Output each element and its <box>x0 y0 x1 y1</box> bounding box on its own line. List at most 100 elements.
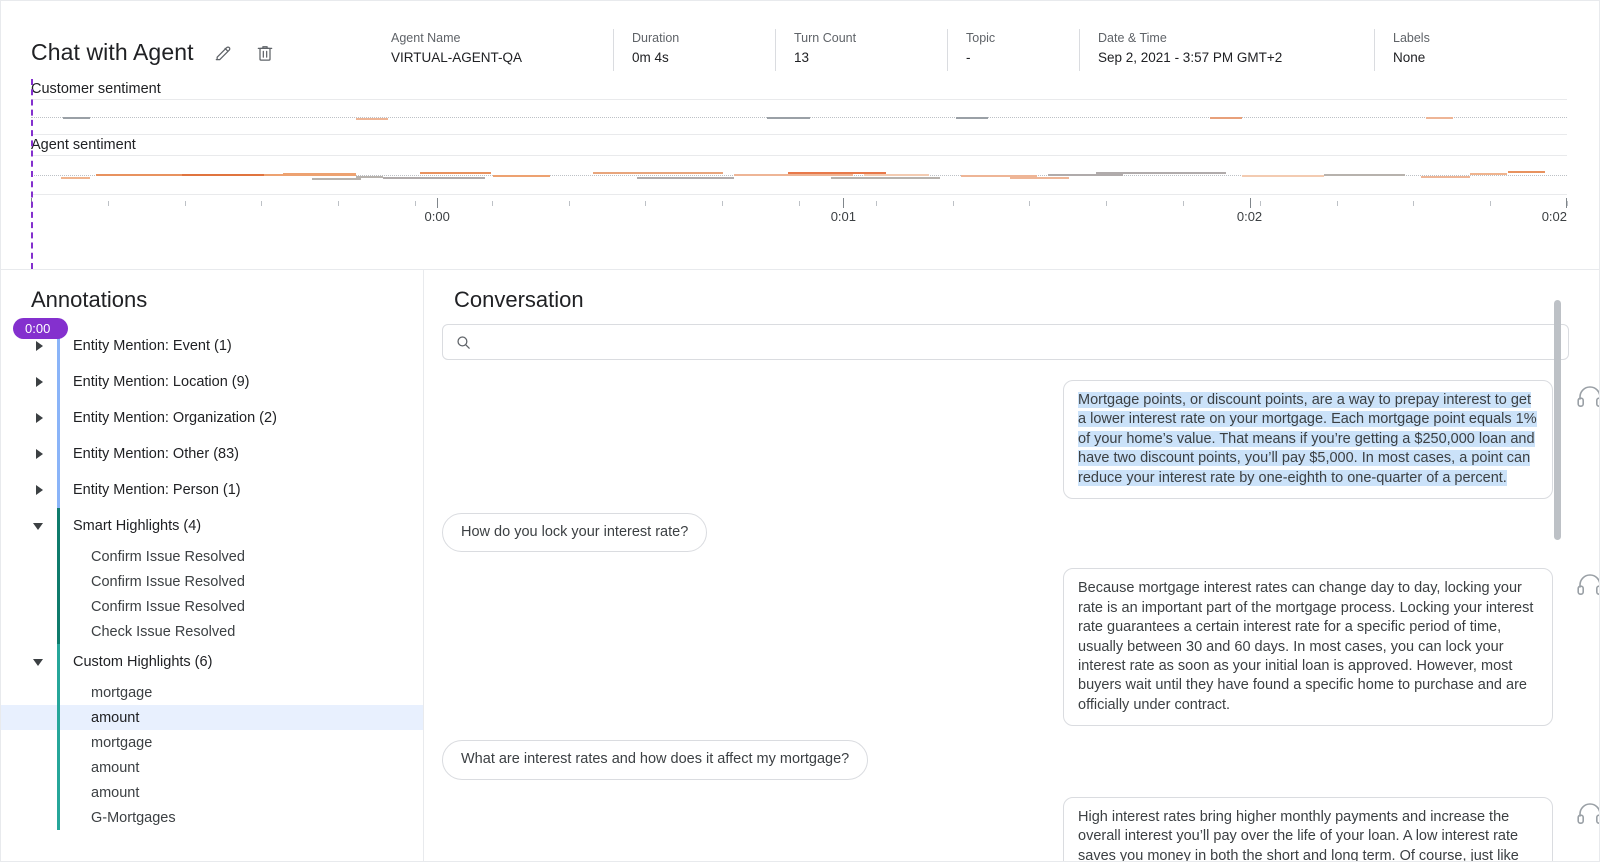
sentiment-segment <box>1128 172 1227 175</box>
annotation-item[interactable]: amount <box>1 705 423 730</box>
playhead-time-pill[interactable]: 0:00 <box>13 318 69 339</box>
annotation-item[interactable]: G-Mortgages <box>1 805 423 830</box>
annotation-group[interactable]: Entity Mention: Location (9) <box>1 364 423 400</box>
playhead-line <box>31 79 33 269</box>
meta-duration: Duration 0m 4s <box>613 29 775 71</box>
ruler-tick <box>107 201 109 206</box>
annotation-group[interactable]: Smart Highlights (4) <box>1 508 423 544</box>
sentiment-segment <box>831 176 940 179</box>
conversation-message: What are interest rates and how does it … <box>442 740 1599 780</box>
expand-toggle[interactable] <box>1 508 57 544</box>
ruler-tick <box>568 201 570 206</box>
annotation-item[interactable]: mortgage <box>1 730 423 755</box>
expand-toggle[interactable] <box>1 644 57 680</box>
indent-spacer <box>1 705 57 730</box>
annotation-group-label: Entity Mention: Person (1) <box>73 482 241 498</box>
search-input[interactable] <box>482 333 1556 351</box>
annotation-item[interactable]: Check Issue Resolved <box>1 619 423 644</box>
search-icon <box>457 335 470 349</box>
chevron-down-icon <box>33 522 43 530</box>
annotations-pane: Annotations Entity Mention: Event (1) Ent… <box>1 270 424 861</box>
annotation-item[interactable]: Confirm Issue Resolved <box>1 594 423 619</box>
meta-label: Date & Time <box>1098 31 1167 45</box>
sentiment-segment <box>492 174 551 177</box>
agent-message-bubble[interactable]: High interest rates bring higher monthly… <box>1063 796 1553 861</box>
ruler-tick <box>952 201 954 206</box>
annotation-item-label: Confirm Issue Resolved <box>91 573 245 590</box>
customer-sentiment-label: Customer sentiment <box>31 81 161 97</box>
conversation-message-list[interactable]: Mortgage points, or discount points, are… <box>424 380 1599 861</box>
ruler-tick-major <box>1566 198 1567 208</box>
indent-spacer <box>1 544 57 569</box>
chevron-right-icon <box>36 485 43 495</box>
annotation-item-label: amount <box>91 759 140 776</box>
sentiment-segment <box>182 173 264 176</box>
annotation-item[interactable]: Confirm Issue Resolved <box>1 544 423 569</box>
expand-toggle[interactable] <box>1 364 57 400</box>
indent-spacer <box>1 594 57 619</box>
indent-spacer <box>1 730 57 755</box>
annotation-group[interactable]: Entity Mention: Person (1) <box>1 472 423 508</box>
trash-icon[interactable] <box>252 40 278 66</box>
page-title: Chat with Agent <box>31 39 194 65</box>
ruler-tick <box>1413 201 1415 206</box>
agent-sentiment-lane[interactable] <box>31 155 1567 195</box>
indent-spacer <box>1 680 57 705</box>
conversation-insights-page: Chat with Agent Agent Name VIRTUAL-AGENT… <box>0 0 1600 862</box>
meta-label: Agent Name <box>391 31 461 45</box>
indent-spacer <box>1 755 57 780</box>
ruler-tick-label: 0:01 <box>830 209 856 224</box>
customer-message-bubble[interactable]: How do you lock your interest rate? <box>442 513 708 553</box>
annotation-group[interactable]: Entity Mention: Organization (2) <box>1 400 423 436</box>
indent-spacer <box>1 569 57 594</box>
pencil-icon[interactable] <box>210 40 236 66</box>
annotation-group[interactable]: Entity Mention: Other (83) <box>1 436 423 472</box>
annotation-item[interactable]: amount <box>1 780 423 805</box>
meta-value: None <box>1393 50 1426 65</box>
agent-message-bubble[interactable]: Mortgage points, or discount points, are… <box>1063 380 1553 500</box>
annotation-item[interactable]: amount <box>1 755 423 780</box>
sentiment-segment <box>283 172 356 175</box>
sentiment-segment <box>1210 117 1243 120</box>
annotation-item[interactable]: mortgage <box>1 680 423 705</box>
meta-labels: Labels None <box>1374 29 1554 71</box>
ruler-tick <box>1106 201 1108 206</box>
expand-toggle[interactable] <box>1 472 57 508</box>
annotations-title: Annotations <box>31 287 148 312</box>
ruler-tick <box>1567 201 1568 206</box>
ruler-tick-major <box>1249 198 1251 208</box>
customer-sentiment-lane[interactable] <box>31 99 1567 135</box>
sentiment-timeline[interactable]: Customer sentiment Agent sentiment 0:00 0… <box>1 79 1599 339</box>
customer-message-bubble[interactable]: What are interest rates and how does it … <box>442 740 869 780</box>
ruler-tick <box>722 201 724 206</box>
sentiment-segment <box>636 177 735 180</box>
conversation-scrollbar[interactable] <box>1554 300 1561 540</box>
expand-toggle[interactable] <box>1 400 57 436</box>
headset-icon[interactable] <box>1577 574 1599 601</box>
conversation-search[interactable] <box>442 324 1569 360</box>
sentiment-segment <box>355 117 388 120</box>
sentiment-segment <box>1420 176 1470 179</box>
chevron-right-icon <box>36 413 43 423</box>
meta-value: Sep 2, 2021 - 3:57 PM GMT+2 <box>1098 50 1283 65</box>
agent-message-bubble[interactable]: Because mortgage interest rates can chan… <box>1063 568 1553 727</box>
annotation-group[interactable]: Custom Highlights (6) <box>1 644 423 680</box>
chevron-right-icon <box>36 341 43 351</box>
ruler-tick <box>261 201 263 206</box>
meta-value: 13 <box>794 50 810 65</box>
sentiment-segment <box>863 173 929 176</box>
sentiment-segment <box>1009 177 1070 180</box>
headset-icon[interactable] <box>1577 802 1599 830</box>
ruler-tick-label: 0:02 <box>1236 209 1263 224</box>
conversation-message: Mortgage points, or discount points, are… <box>442 380 1599 500</box>
sentiment-segment <box>955 117 989 119</box>
headset-icon[interactable] <box>1577 386 1599 413</box>
annotation-item[interactable]: Confirm Issue Resolved <box>1 569 423 594</box>
ruler-tick <box>1029 201 1031 206</box>
ruler-tick <box>491 201 493 206</box>
meta-agent-name: Agent Name VIRTUAL-AGENT-QA <box>391 29 613 71</box>
annotations-tree[interactable]: Entity Mention: Event (1) Entity Mention:… <box>1 318 423 830</box>
timeline-ruler[interactable]: 0:00 0:01 0:02 0:02 <box>31 195 1568 233</box>
meta-value: - <box>966 50 971 65</box>
expand-toggle[interactable] <box>1 436 57 472</box>
